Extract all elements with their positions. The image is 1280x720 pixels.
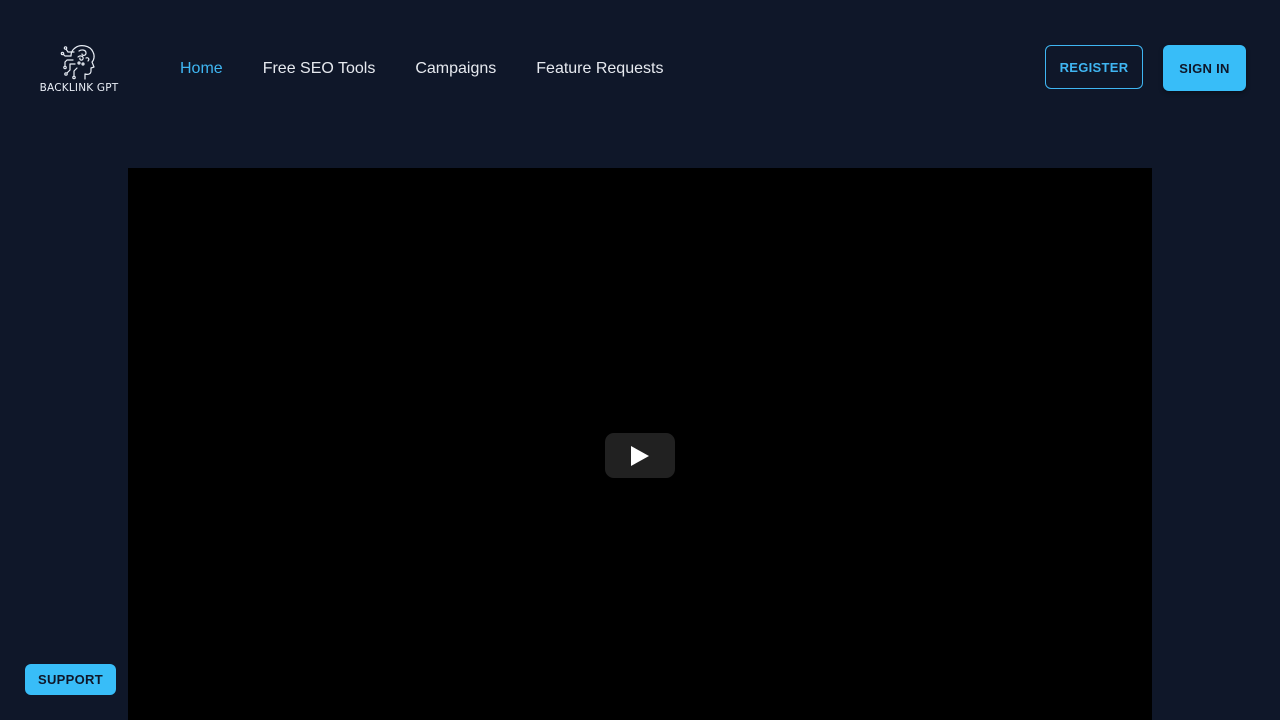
logo-link[interactable]: BACKLINK GPT xyxy=(34,40,124,98)
ai-head-logo-icon xyxy=(60,45,95,80)
logo-text: BACKLINK GPT xyxy=(39,82,119,94)
main-nav: Home Free SEO Tools Campaigns Feature Re… xyxy=(180,58,703,80)
video-play-button[interactable] xyxy=(605,433,675,478)
page: BACKLINK GPT Home Free SEO Tools Campaig… xyxy=(0,0,1280,720)
sign-in-button[interactable]: SIGN IN xyxy=(1163,45,1246,91)
register-button[interactable]: REGISTER xyxy=(1045,45,1143,89)
nav-link-home[interactable]: Home xyxy=(180,60,223,78)
nav-link-feature-requests[interactable]: Feature Requests xyxy=(536,60,663,78)
video-player[interactable] xyxy=(128,168,1152,720)
play-icon xyxy=(631,445,649,466)
nav-link-campaigns[interactable]: Campaigns xyxy=(415,60,496,78)
nav-link-free-seo-tools[interactable]: Free SEO Tools xyxy=(263,60,376,78)
site-header: BACKLINK GPT Home Free SEO Tools Campaig… xyxy=(0,0,1280,136)
support-button[interactable]: SUPPORT xyxy=(25,664,116,695)
